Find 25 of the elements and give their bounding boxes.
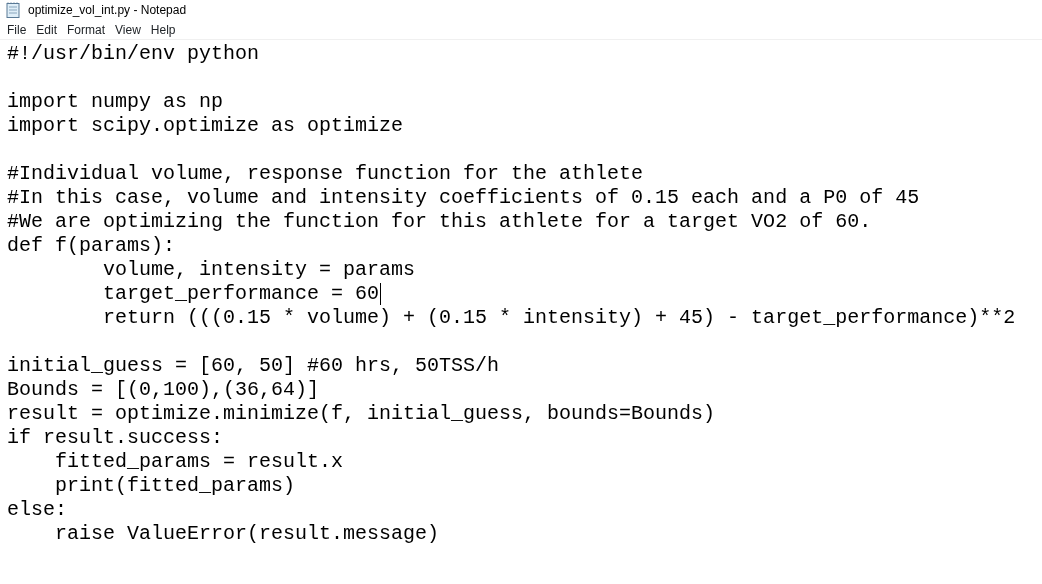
code-line: fitted_params = result.x [54,450,344,474]
code-line: #In this case, volume and intensity coefficients of 0.15 each and a P0 of 45 [7,186,920,210]
menu-item[interactable]: Help [145,20,181,39]
code-line: volume, intensity = params [102,258,416,282]
menu-item[interactable]: File [2,20,32,39]
code-line: target_performance = 60 [102,282,380,306]
code-line: import scipy.optimize as optimize [7,114,404,138]
code-line: else: [7,498,67,522]
menu-item[interactable]: Format [62,20,111,39]
code-line: Bounds = [(0,100),(36,64)] [7,378,320,402]
code-line: return (((0.15 * volume) + (0.15 * intensity) + 45) - target_performance)**2 [102,306,1016,330]
menu-item[interactable]: Edit [31,20,63,39]
notepad-icon [6,2,20,18]
code-line: initial_guess = [60, 50] #60 hrs, 50TSS/h [7,354,500,378]
code-line: #We are optimizing the function for this athlete for a target VO2 of 60. [7,210,872,234]
code-line: #!/usr/bin/env python [7,42,260,66]
code-line: result = optimize.minimize(f, initial_guess, bounds=Bounds) [7,402,716,426]
code-line: def f(params): [7,234,176,258]
menu-item[interactable]: View [110,20,146,39]
code-line: import numpy as np [7,90,224,114]
code-line: #Individual volume, response function for the athlete [7,162,644,186]
window-title: optimize_vol_int.py - Notepad [28,2,187,19]
code-line: if result.success: [7,426,224,450]
code-line: print(fitted_params) [54,474,296,498]
code-line: raise ValueError(result.message) [54,522,440,546]
